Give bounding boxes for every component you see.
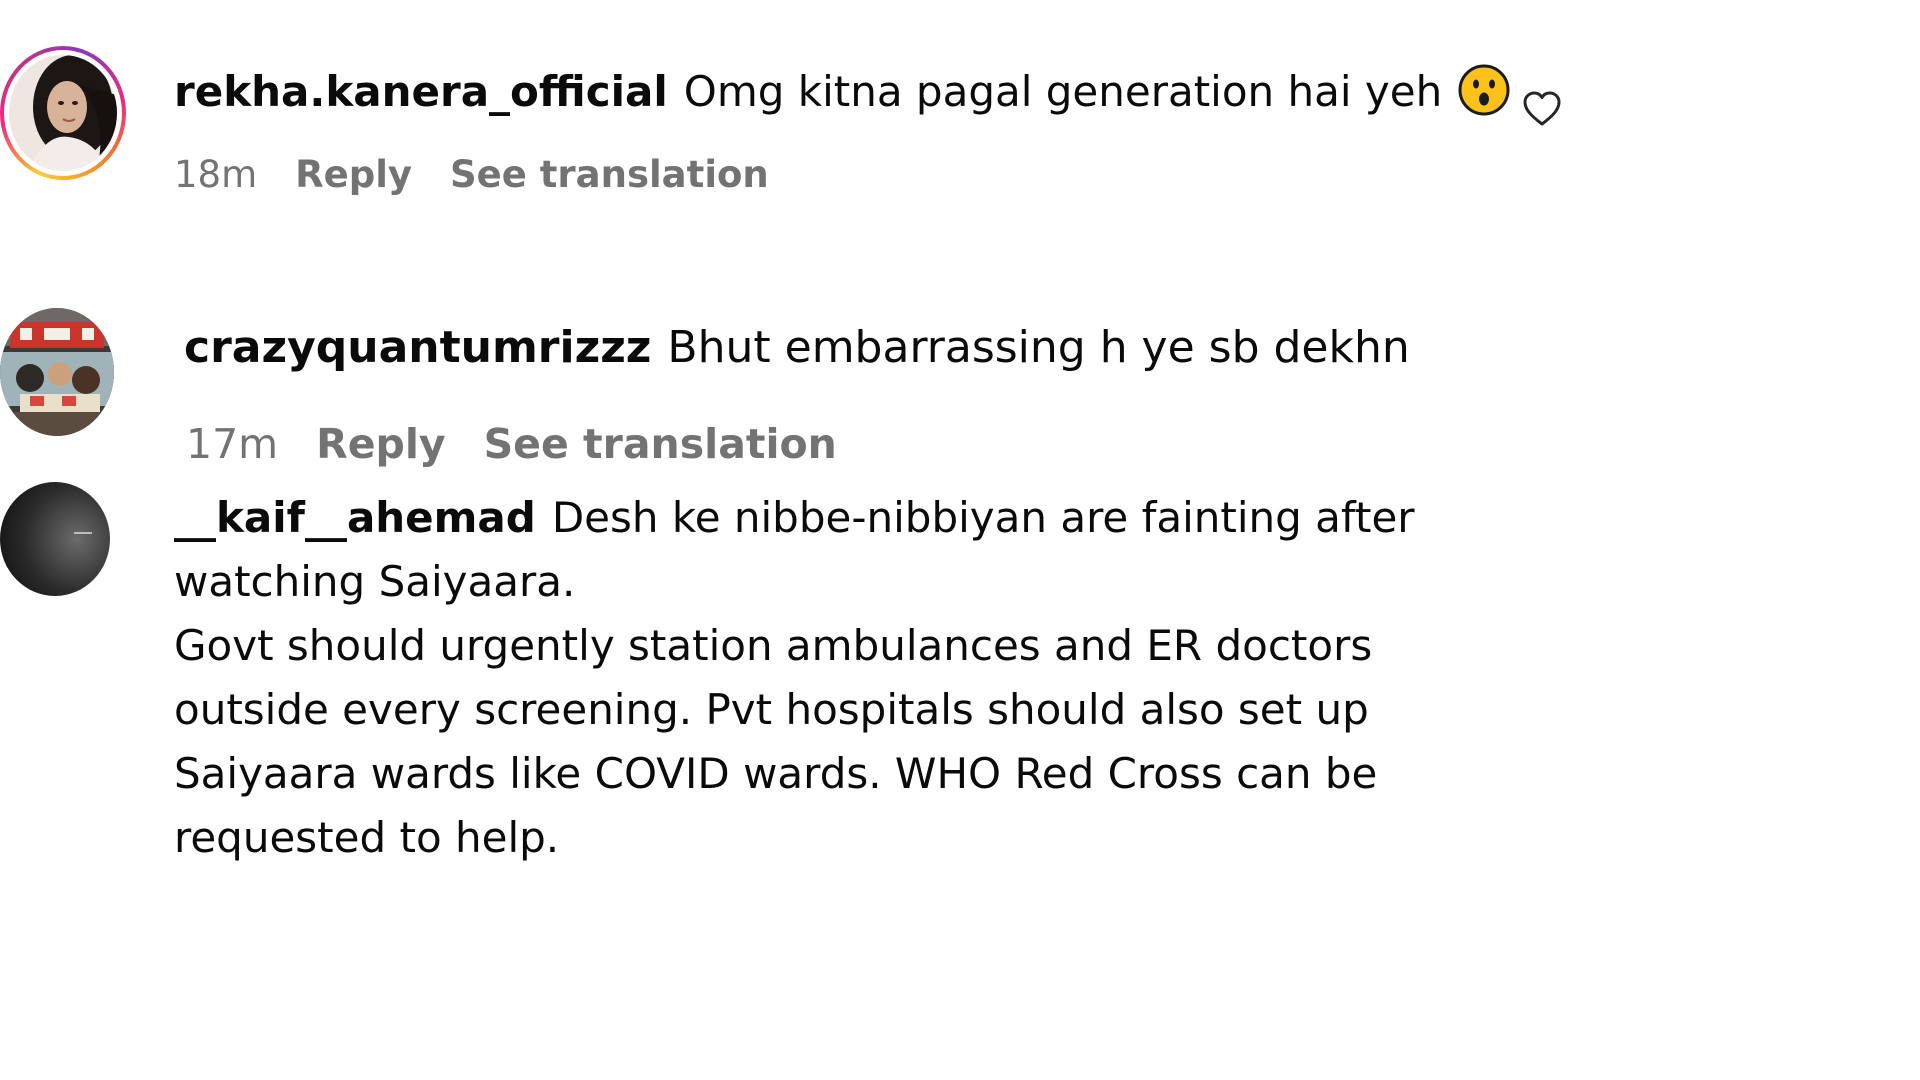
comment-text-line: Saiyaara wards like COVID wards. WHO Red… <box>174 749 1378 798</box>
comment-text-line: Govt should urgently station ambulances … <box>174 621 1373 670</box>
comment-meta: 17m Reply See translation <box>186 420 875 468</box>
comment-body: __kaif__ahemad Desh ke nibbe-nibbiyan are… <box>174 486 1415 870</box>
comment-text-line: outside every screening. Pvt hospitals s… <box>174 685 1369 734</box>
username[interactable]: rekha.kanera_official <box>174 67 668 116</box>
comment-text-line: requested to help. <box>174 813 560 862</box>
comment-time: 17m <box>186 420 279 468</box>
avatar[interactable] <box>9 55 117 171</box>
avatar-photo <box>9 55 117 171</box>
comment-body: rekha.kanera_official Omg kitna pagal gen… <box>174 60 1510 124</box>
avatar-photo <box>0 482 110 596</box>
comment-time: 18m <box>174 153 258 196</box>
comment-text-line: watching Saiyaara. <box>174 557 576 606</box>
hushed-face-emoji-icon <box>1458 64 1510 116</box>
avatar-photo <box>0 308 114 436</box>
comments-list: rekha.kanera_official Omg kitna pagal gen… <box>0 0 1568 882</box>
username[interactable]: __kaif__ahemad <box>174 493 536 542</box>
comment-text: Bhut embarrassing h ye sb dekhn <box>667 322 1410 373</box>
comment-body: crazyquantumrizzz Bhut embarrassing h ye … <box>184 316 1410 380</box>
heart-outline-icon[interactable] <box>1522 90 1562 128</box>
see-translation-button[interactable]: See translation <box>450 153 769 196</box>
reply-button[interactable]: Reply <box>295 153 412 196</box>
see-translation-button[interactable]: See translation <box>484 420 837 468</box>
comment-text-line: Desh ke nibbe-nibbiyan are fainting afte… <box>551 493 1415 542</box>
avatar[interactable] <box>0 308 114 436</box>
username[interactable]: crazyquantumrizzz <box>184 322 651 373</box>
comment-meta: 18m Reply See translation <box>174 153 807 196</box>
avatar[interactable] <box>0 482 110 596</box>
story-ring[interactable] <box>0 46 126 180</box>
comment-text: Omg kitna pagal generation hai yeh <box>683 67 1443 116</box>
reply-button[interactable]: Reply <box>316 420 446 468</box>
